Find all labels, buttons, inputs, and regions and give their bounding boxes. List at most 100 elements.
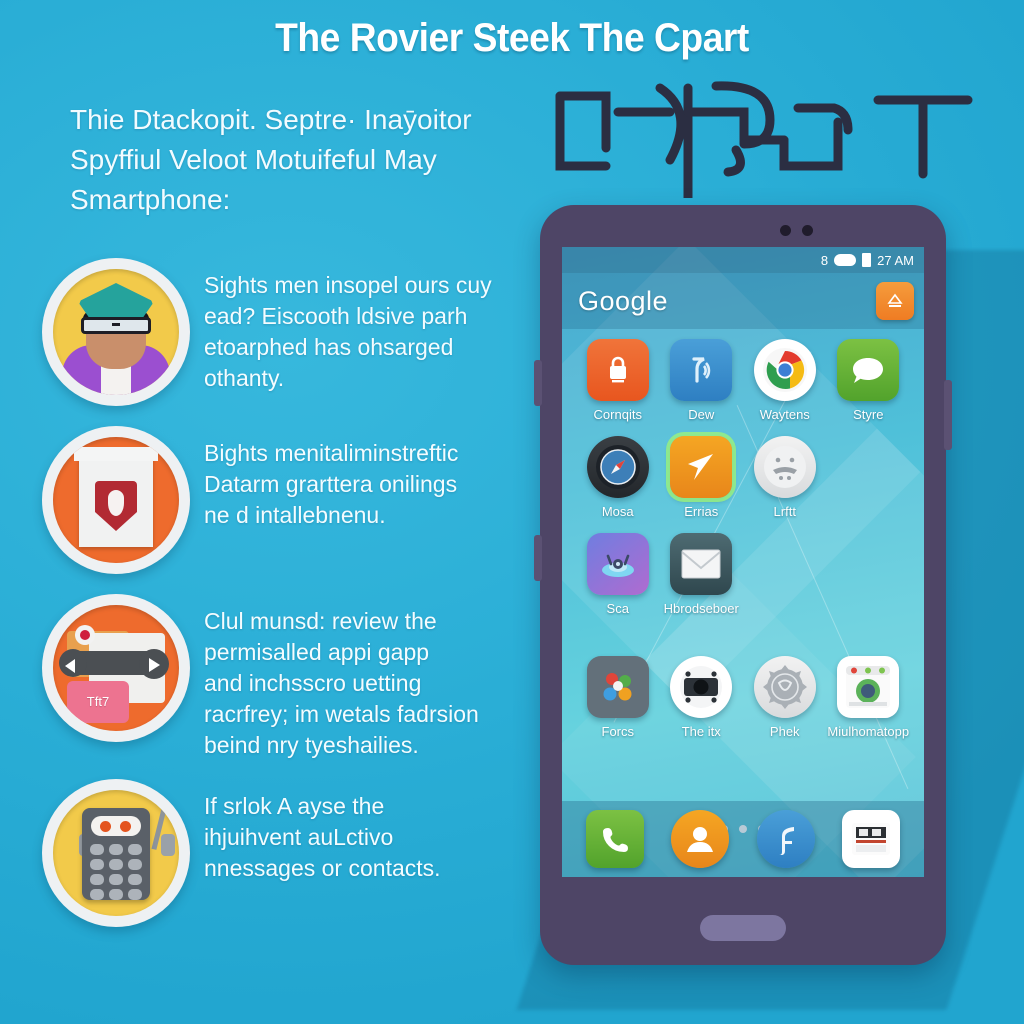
- app-label: Cornqits: [593, 407, 642, 422]
- text-line: Datarm grarttera onilings: [204, 471, 458, 497]
- page-subtitle: Thie Dtackopit. Septre· Inaȳoitor Spyffi…: [70, 100, 530, 220]
- infographic-poster: The Rovier Steek The Cpart Thie Dtackopi…: [0, 0, 1024, 1024]
- page-title: The Rovier Steek The Cpart: [275, 16, 749, 60]
- status-bar: 8 27 AM: [562, 247, 924, 273]
- app-tile[interactable]: Phek: [743, 656, 827, 739]
- text-line: and inchsscro uetting: [204, 670, 422, 696]
- text-line: nnessages or contacts.: [204, 855, 441, 881]
- shield-document-icon: [53, 437, 179, 563]
- app-row: Cornqits Dew Waytens Styre: [576, 339, 910, 422]
- subtitle-line-3: Smartphone:: [70, 184, 231, 215]
- front-camera-sensors: [780, 225, 813, 236]
- google-search-bar[interactable]: Google: [562, 273, 924, 329]
- list-item-text: Bights menitaliminstreftic Datarm grartt…: [190, 426, 542, 531]
- text-line: ead? Eiscooth ldsive parh: [204, 303, 468, 329]
- text-line: Sights men insopel ours cuy: [204, 272, 492, 298]
- list-item: If srlok A ayse the ihjuihvent auLctivo …: [42, 779, 542, 929]
- signal-strength-text: 8: [820, 252, 829, 268]
- lock-robot-icon[interactable]: [586, 339, 649, 401]
- chrome-browser-icon[interactable]: [753, 339, 816, 401]
- volume-up-button[interactable]: [534, 360, 542, 406]
- app-tile[interactable]: Waytens: [743, 339, 827, 422]
- app-row: Sca Hbrodseboer: [576, 533, 910, 616]
- app-label: The itx: [681, 724, 721, 739]
- list-item-text: Clul munsd: review the permisalled appi …: [190, 594, 542, 761]
- camera-icon[interactable]: [670, 656, 733, 718]
- app-tile-empty: [827, 436, 911, 519]
- browser-window-icon[interactable]: [837, 656, 900, 718]
- app-grid: Cornqits Dew Waytens Styre Mosa Errias L…: [562, 339, 924, 753]
- upload-icon[interactable]: [876, 282, 914, 320]
- app-tile[interactable]: Sca: [576, 533, 660, 616]
- app-tile-selected[interactable]: Errias: [660, 436, 744, 519]
- compass-icon[interactable]: [586, 436, 649, 498]
- app-label: Miulhomatopp: [827, 724, 910, 739]
- app-label: Hbrodseboer: [663, 601, 739, 616]
- feature-list: Sights men insopel ours cuy ead? Eiscoot…: [42, 258, 542, 947]
- text-line: racrfrey; im wetals fadrsion: [204, 701, 479, 727]
- chat-bubble-icon[interactable]: [837, 339, 900, 401]
- app-label: Mosa: [601, 504, 634, 519]
- text-line: Clul munsd: review the: [204, 608, 437, 634]
- navigation-arrow-icon[interactable]: [670, 436, 733, 498]
- list-item-text: If srlok A ayse the ihjuihvent auLctivo …: [190, 779, 542, 884]
- calculator-app-icon[interactable]: [842, 810, 901, 868]
- robot-calculator-icon: [53, 790, 179, 916]
- power-button[interactable]: [944, 380, 952, 450]
- mail-envelope-icon[interactable]: [670, 533, 733, 595]
- app-tile[interactable]: Mosa: [576, 436, 660, 519]
- app-label: Forcs: [601, 724, 635, 739]
- apps-grid-icon[interactable]: [586, 656, 649, 718]
- app-label: Dew: [688, 407, 715, 422]
- app-row: Forcs The itx Phek Miulhomatopp: [576, 656, 910, 739]
- text-line: permisalled appi gapp: [204, 639, 430, 665]
- volume-down-button[interactable]: [534, 535, 542, 581]
- app-tile[interactable]: Forcs: [576, 656, 660, 739]
- smartphone-mockup: 8 27 AM Google Cornqits Dew Waytens Styr…: [534, 205, 952, 965]
- badge-1: [42, 258, 190, 406]
- app-label: Waytens: [759, 407, 810, 422]
- phone-call-icon[interactable]: [585, 810, 644, 868]
- text-line: etoarphed has ohsarged: [204, 334, 454, 360]
- wifi-signal-icon[interactable]: [670, 339, 733, 401]
- list-item: Sights men insopel ours cuy ead? Eiscoot…: [42, 258, 542, 408]
- clock-text: 27 AM: [877, 252, 914, 268]
- badge-3: Tft7: [42, 594, 190, 742]
- face-icon[interactable]: [753, 436, 816, 498]
- app-label: Sca: [606, 601, 629, 616]
- subtitle-line-2: Spyffiul Veloot Motuifeful May: [70, 144, 437, 175]
- media-card-label: Tft7: [67, 681, 129, 723]
- app-tile[interactable]: The itx: [660, 656, 744, 739]
- battery-icon: [862, 253, 872, 267]
- text-line: ne d intallebnenu.: [204, 502, 386, 528]
- list-item: Tft7 Clul munsd: review the permisalled …: [42, 594, 542, 761]
- camera-drone-icon[interactable]: [586, 533, 649, 595]
- app-tile[interactable]: Cornqits: [576, 339, 660, 422]
- subtitle-line-1: Thie Dtackopit. Septre· Inaȳoitor: [70, 104, 472, 135]
- person-avatar-icon: [53, 269, 179, 395]
- list-item: Bights menitaliminstreftic Datarm grartt…: [42, 426, 542, 576]
- contacts-person-icon[interactable]: [671, 810, 730, 868]
- badge-4: [42, 779, 190, 927]
- app-tile[interactable]: Lrftt: [743, 436, 827, 519]
- app-tile-empty: [743, 533, 827, 616]
- app-tile[interactable]: Hbrodseboer: [660, 533, 744, 616]
- text-line: ihjuihvent auLctivo: [204, 824, 394, 850]
- dock: [562, 801, 924, 877]
- home-button[interactable]: [700, 915, 786, 941]
- app-tile[interactable]: Styre: [827, 339, 911, 422]
- app-tile[interactable]: Miulhomatopp: [827, 656, 911, 739]
- text-line: beind nry tyeshailies.: [204, 732, 419, 758]
- text-line: othanty.: [204, 365, 285, 391]
- app-label: Errias: [684, 504, 719, 519]
- media-transfer-icon: Tft7: [53, 605, 179, 731]
- flash-f-icon[interactable]: [756, 810, 815, 868]
- text-line: If srlok A ayse the: [204, 793, 385, 819]
- app-label: Lrftt: [773, 504, 796, 519]
- phone-screen: 8 27 AM Google Cornqits Dew Waytens Styr…: [562, 247, 924, 877]
- google-brand-text: Google: [578, 285, 669, 316]
- gear-settings-icon[interactable]: [753, 656, 816, 718]
- badge-2: [42, 426, 190, 574]
- text-line: Bights menitaliminstreftic: [204, 440, 459, 466]
- app-tile[interactable]: Dew: [660, 339, 744, 422]
